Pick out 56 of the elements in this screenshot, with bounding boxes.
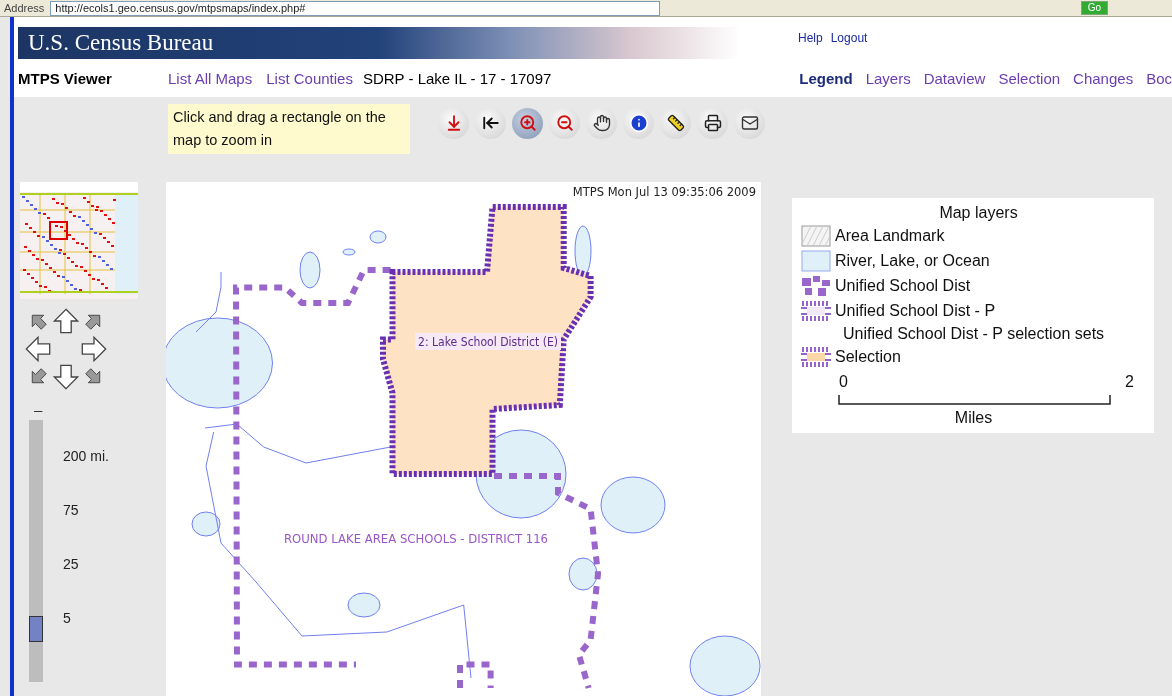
pan-arrow-icon[interactable] <box>25 336 51 362</box>
pan-arrow-icon[interactable] <box>53 308 79 334</box>
panel-tab[interactable]: Layers <box>865 69 911 87</box>
legend-label: River, Lake, or Ocean <box>835 252 990 270</box>
scale-label: 0 <box>839 373 848 391</box>
app-name: MTPS Viewer <box>18 69 113 87</box>
water-swatch-icon <box>801 250 831 272</box>
map-context-text: SDRP - Lake IL - 17 - 17097 <box>362 69 552 87</box>
panel-tab[interactable]: Boc <box>1146 69 1172 87</box>
legend-subheading: Unified School Dist - P selection sets <box>841 325 1106 343</box>
legend-label: Unified School Dist - P <box>835 302 996 320</box>
legend-label: Unified School Dist <box>835 277 971 295</box>
nav-link[interactable]: List All Maps <box>168 69 253 87</box>
address-field[interactable]: http://ecols1.geo.census.gov/mtpsmaps/index.php# <box>50 0 661 16</box>
info-icon <box>628 113 649 133</box>
envelope-icon <box>740 114 759 132</box>
legend-title: Map layers <box>938 204 1019 222</box>
panel-tab[interactable]: Changes <box>1073 69 1134 87</box>
zoom-scale-label: 25 <box>63 556 80 572</box>
legend-label: Area Landmark <box>835 227 945 245</box>
printer-icon <box>703 114 722 132</box>
map-label: ROUND LAKE AREA SCHOOLS - DISTRICT 116 <box>284 532 556 546</box>
zoom-scale-label: 200 mi. <box>63 448 109 464</box>
zoom-out-icon <box>555 114 574 132</box>
panel-tab[interactable]: Legend <box>799 69 853 87</box>
zoom-scale-label: 5 <box>63 610 72 626</box>
nav-link[interactable]: List Counties <box>266 69 353 87</box>
zoom-in-icon <box>518 114 537 132</box>
dashed-boundary-swatch-icon <box>801 275 831 297</box>
tool-hint: Click and drag a rectangle on the map to zoom in <box>168 104 410 154</box>
header-link[interactable]: Help <box>798 31 823 45</box>
pan-arrow-icon[interactable] <box>53 364 79 390</box>
overview-map[interactable] <box>20 182 138 299</box>
address-label: Address <box>4 2 45 14</box>
panel-tab[interactable]: Selection <box>998 69 1061 87</box>
zoom-out-mark[interactable]: – <box>34 401 166 418</box>
zoom-scale-label: 75 <box>63 502 80 518</box>
hatched-boundary-swatch-icon <box>801 346 831 368</box>
scale-unit: Miles <box>953 409 994 427</box>
hatched-swatch-icon <box>801 225 831 247</box>
zoom-slider-thumb[interactable] <box>29 615 43 642</box>
hand-icon <box>592 114 611 132</box>
pan-arrow-icon[interactable] <box>81 336 107 362</box>
panel-tab[interactable]: Dataview <box>923 69 986 87</box>
map-timestamp: MTPS Mon Jul 13 09:35:06 2009 <box>572 185 756 199</box>
header-link[interactable]: Logout <box>830 31 868 45</box>
ruler-icon <box>666 114 685 132</box>
back-arrow-icon <box>481 114 500 132</box>
map-label: 2: Lake School District (E) <box>418 335 573 349</box>
scale-bar-icon <box>838 394 1111 405</box>
scale-label: 2 <box>1125 373 1134 391</box>
hatched-boundary-swatch-icon <box>801 300 831 322</box>
legend-label: Selection <box>835 348 901 366</box>
selected-district-drawing[interactable] <box>380 204 594 477</box>
zoom-slider-track[interactable] <box>29 420 43 682</box>
map-panel[interactable]: 2: Lake School District (E) ROUND LAKE AREA SCHOOLS - DISTRICT 116 MTPS Mon Jul 13 09:35:06 2009 <box>166 182 761 696</box>
